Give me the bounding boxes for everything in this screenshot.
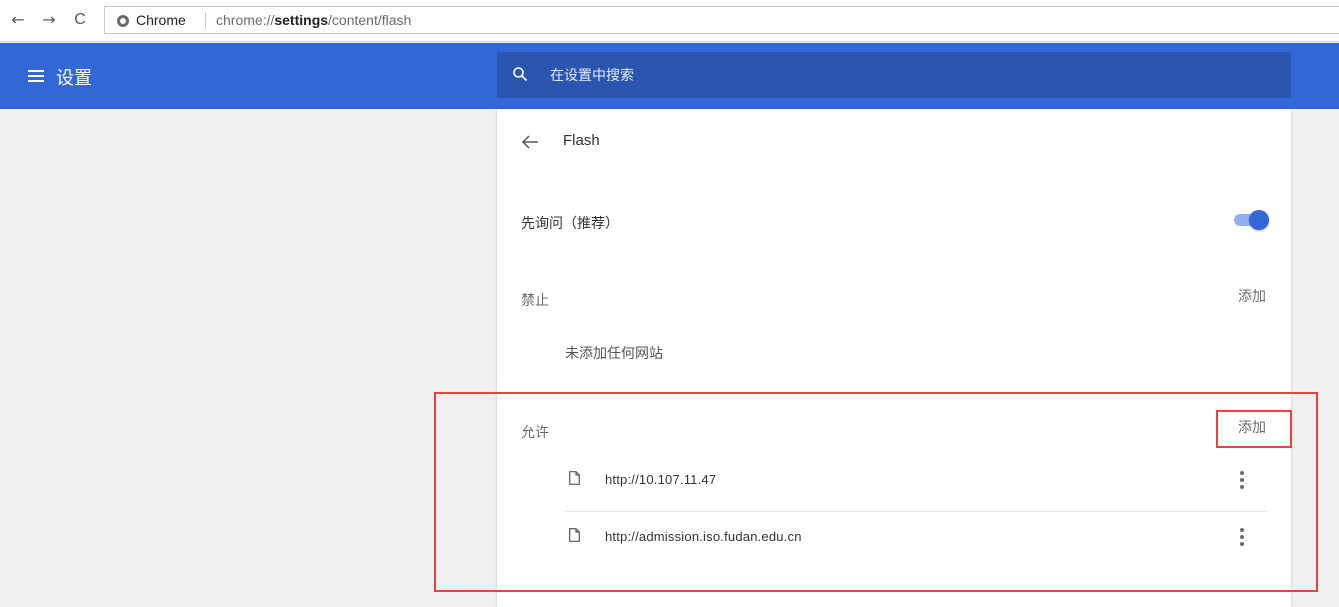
allowed-section-highlight (434, 392, 1318, 592)
blocked-empty-text: 未添加任何网站 (565, 346, 663, 362)
back-button[interactable]: ← (8, 9, 28, 31)
reload-button[interactable]: C (70, 9, 90, 31)
menu-icon[interactable] (28, 70, 44, 83)
search-placeholder: 在设置中搜索 (550, 68, 634, 84)
search-icon (513, 67, 528, 82)
blocked-section-label: 禁止 (521, 293, 549, 309)
settings-header: 设置 在设置中搜索 (0, 43, 1339, 109)
page-title: Flash (563, 132, 600, 149)
address-bar[interactable]: Chrome chrome://settings/content/flash (104, 6, 1339, 34)
chrome-icon (117, 15, 129, 27)
url-text: chrome://settings/content/flash (216, 12, 412, 28)
forward-button[interactable]: → (39, 9, 59, 31)
browser-toolbar: ← → C Chrome chrome://settings/content/f… (0, 0, 1339, 42)
back-arrow-icon[interactable] (521, 134, 539, 150)
blocked-add-button[interactable]: 添加 (1238, 286, 1266, 306)
omnibox-divider (205, 12, 206, 29)
site-name: Chrome (136, 12, 186, 28)
ask-first-label: 先询问（推荐） (521, 216, 619, 232)
add-button-highlight (1216, 410, 1292, 448)
ask-first-toggle[interactable] (1232, 210, 1269, 230)
header-title: 设置 (56, 68, 92, 89)
search-input[interactable]: 在设置中搜索 (497, 52, 1291, 98)
